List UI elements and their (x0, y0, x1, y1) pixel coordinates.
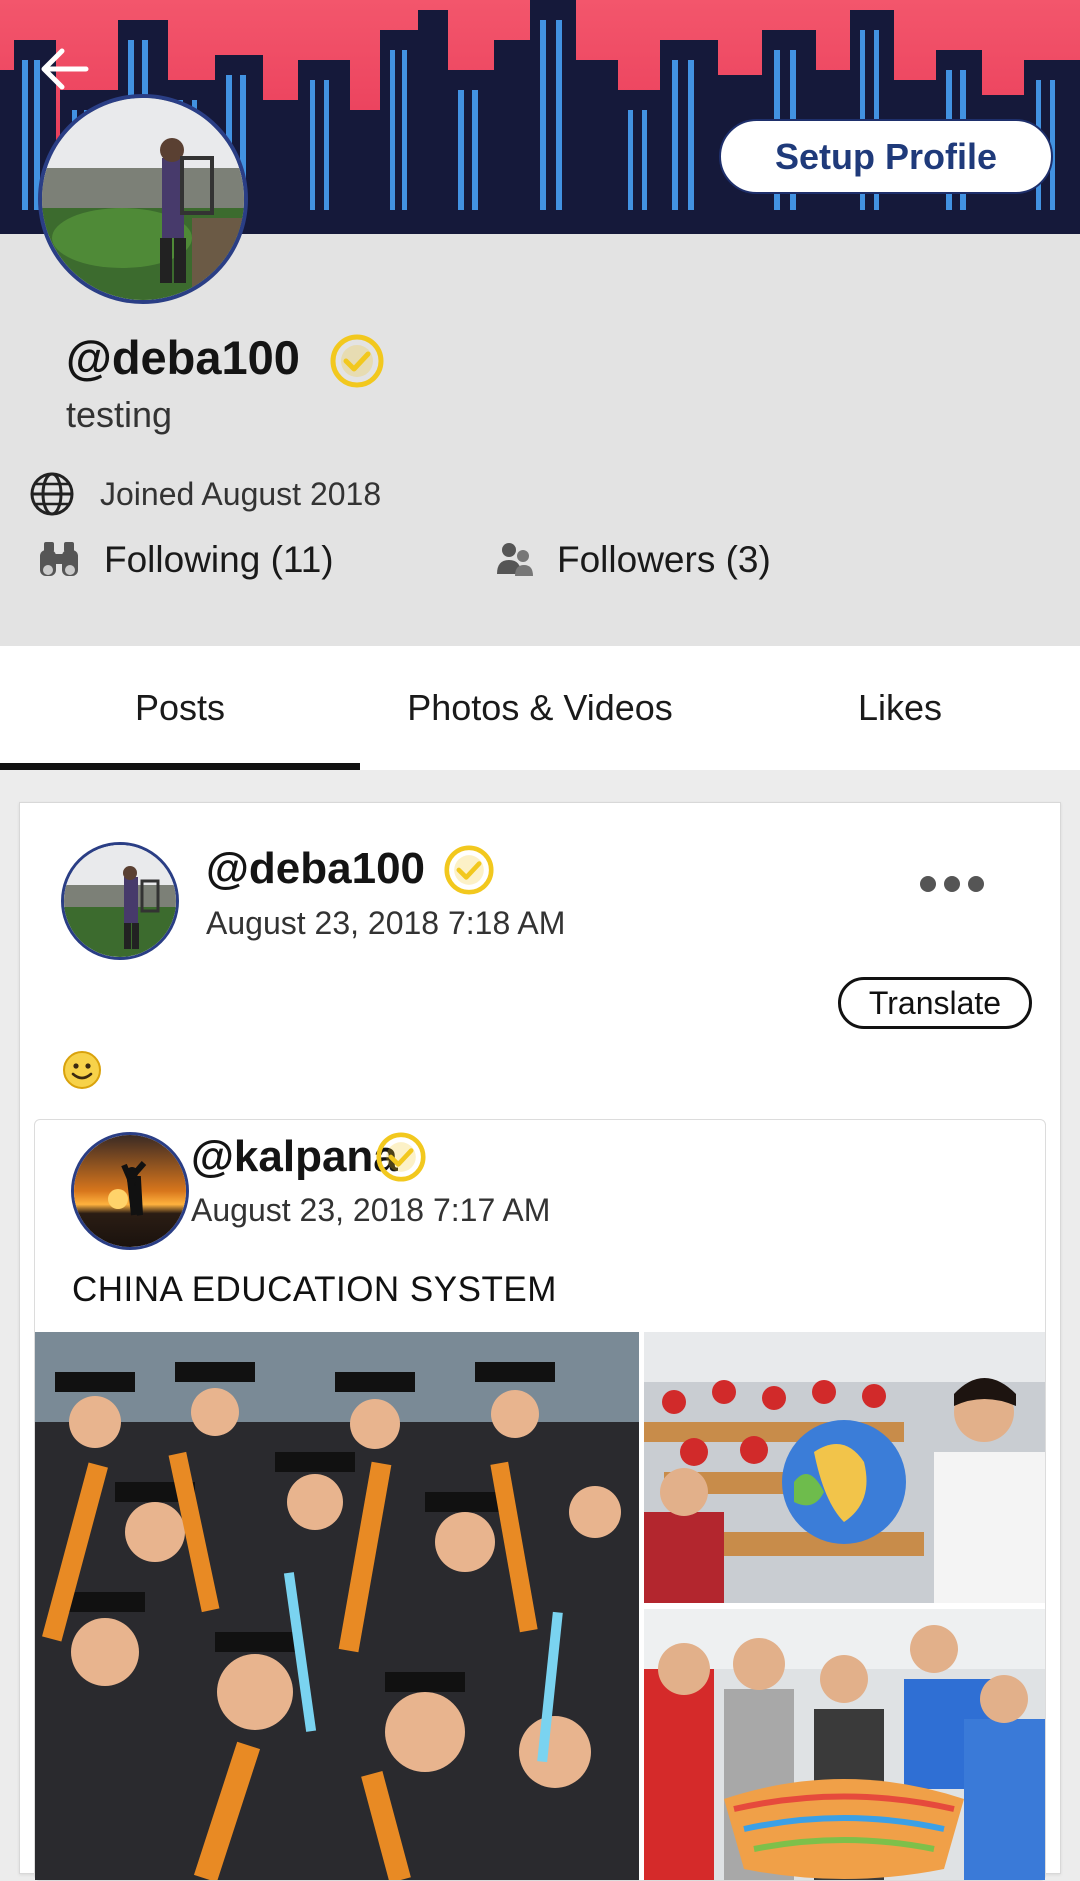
photo-grid (35, 1332, 1045, 1880)
students-image (644, 1609, 1045, 1880)
post-card: @deba100 August 23, 2018 7:18 AM Transla… (19, 802, 1061, 1881)
students-basket-photo[interactable] (644, 1609, 1045, 1880)
setup-profile-button[interactable]: Setup Profile (719, 119, 1053, 194)
classroom-globe-photo[interactable] (644, 1332, 1045, 1603)
post-timestamp: August 23, 2018 7:18 AM (206, 905, 566, 941)
dot-icon (944, 876, 960, 892)
profile-bio: testing (66, 394, 173, 435)
translate-button[interactable]: Translate (838, 977, 1032, 1029)
classroom-image (644, 1332, 1045, 1603)
shared-post[interactable]: @kalpana August 23, 2018 7:17 AM CHINA E… (34, 1119, 1046, 1881)
dot-icon (920, 876, 936, 892)
avatar-photo (64, 845, 176, 957)
verified-badge-icon (444, 845, 494, 895)
globe-icon (30, 472, 74, 516)
verified-badge-icon (330, 334, 384, 388)
followers-count-text: Followers (3) (557, 539, 771, 580)
dot-icon (968, 876, 984, 892)
more-options-button[interactable] (920, 869, 988, 899)
graduates-photo[interactable] (35, 1332, 639, 1880)
avatar-photo (42, 98, 244, 300)
shared-author-avatar[interactable] (71, 1132, 189, 1250)
sunset-avatar-photo (74, 1135, 186, 1247)
post-author-handle[interactable]: @deba100 (206, 844, 425, 894)
smiley-emoji-icon (63, 1051, 101, 1089)
arrow-left-icon (41, 48, 89, 90)
back-button[interactable] (36, 42, 100, 96)
tab-photos-videos[interactable]: Photos & Videos (360, 646, 720, 770)
tab-likes[interactable]: Likes (720, 646, 1080, 770)
binoculars-icon (40, 542, 78, 576)
joined-date-text: Joined August 2018 (100, 475, 382, 512)
following-count-text: Following (11) (104, 539, 334, 580)
shared-post-timestamp: August 23, 2018 7:17 AM (191, 1192, 551, 1228)
joined-info: Joined August 2018 (28, 470, 381, 518)
following-link[interactable]: Following (11) (36, 530, 334, 590)
verified-badge-icon (376, 1132, 426, 1182)
tab-posts[interactable]: Posts (0, 646, 360, 770)
followers-link[interactable]: Followers (3) (495, 530, 771, 590)
profile-handle: @deba100 (66, 331, 300, 384)
shared-post-text: CHINA EDUCATION SYSTEM (72, 1270, 557, 1309)
profile-avatar[interactable] (38, 94, 248, 304)
profile-tabs: Posts Photos & Videos Likes (0, 646, 1080, 770)
post-author-avatar[interactable] (61, 842, 179, 960)
graduates-image (35, 1332, 639, 1880)
users-icon (497, 543, 533, 576)
shared-author-handle[interactable]: @kalpana (191, 1132, 398, 1182)
